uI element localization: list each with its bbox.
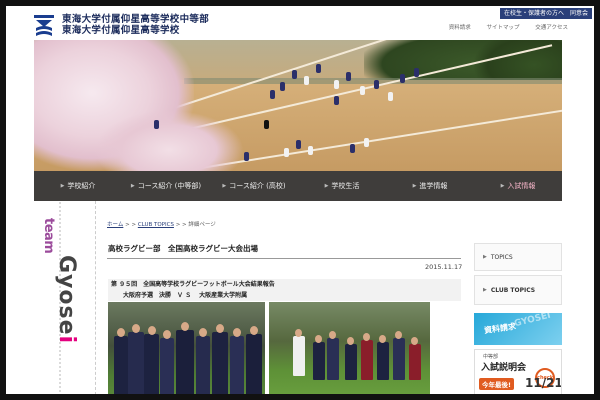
- students-parents-button[interactable]: 在校生・保護者の方へ: [500, 8, 569, 19]
- title-divider: [107, 258, 461, 259]
- post-date: 2015.11.17: [425, 263, 463, 271]
- report-heading: 第 ９５回 全国高等学校ラグビーフットボール大会結果報告 大阪府予選 決勝 Ｖ …: [108, 279, 461, 301]
- breadcrumb-home[interactable]: ホーム: [107, 222, 123, 228]
- sidebar-item-club-topics[interactable]: ▶ CLUB TOPICS: [474, 275, 562, 305]
- sitemap-link[interactable]: サイトマップ: [487, 25, 520, 31]
- chevron-right-icon: ▶: [222, 183, 227, 189]
- chevron-right-icon: ▶: [324, 183, 329, 189]
- nav-item-school-life[interactable]: ▶ 学校生活: [298, 171, 386, 201]
- access-link[interactable]: 交通アクセス: [535, 25, 568, 31]
- sidebar-item-topics[interactable]: ▶ TOPICS: [474, 243, 562, 271]
- team-label: team: [41, 218, 56, 254]
- agree-button[interactable]: 同意会: [566, 8, 593, 19]
- nav-item-course-high[interactable]: ▶ コース紹介 (高校): [210, 171, 298, 201]
- chevron-right-icon: ▶: [483, 254, 487, 260]
- gyosei-label: Gyosei: [54, 255, 79, 345]
- school-name[interactable]: 東海大学付属仰星高等学校中等部 東海大学付属仰星高等学校: [62, 14, 209, 36]
- nav-item-school-intro[interactable]: ▶ 学校紹介: [34, 171, 122, 201]
- school-logo-icon[interactable]: [34, 15, 54, 37]
- nav-item-admission[interactable]: ▶ 入試情報: [474, 171, 562, 201]
- site-header: 東海大学付属仰星高等学校中等部 東海大学付属仰星高等学校 在校生・保護者の方へ …: [6, 6, 594, 40]
- report-line1: 第 ９５回 全国高等学校ラグビーフットボール大会結果報告: [111, 281, 275, 288]
- chevron-right-icon: ▶: [60, 183, 65, 189]
- school-name-line1: 東海大学付属仰星高等学校中等部: [62, 14, 210, 25]
- admission-session-banner[interactable]: 中等部 入試説明会 今年最後! check 11/21: [474, 349, 562, 400]
- request-materials-banner[interactable]: GYOSEI 資料請求: [474, 313, 562, 345]
- rugby-photo-2: [269, 302, 430, 400]
- chevron-right-icon: ▶: [130, 183, 135, 189]
- school-name-line2: 東海大学付属仰星高等学校: [62, 25, 180, 36]
- chevron-right-icon: ▶: [412, 183, 417, 189]
- hero-image: [34, 40, 562, 171]
- breadcrumb-club-topics[interactable]: CLUB TOPICS: [138, 222, 174, 228]
- nav-item-career[interactable]: ▶ 進学情報: [386, 171, 474, 201]
- breadcrumb-current: 詳細ページ: [188, 222, 216, 228]
- page-title: 高校ラグビー部 全国高校ラグビー大会出場: [108, 244, 258, 253]
- report-line2: 大阪府予選 決勝 Ｖ Ｓ 大阪産業大学附属: [123, 292, 248, 299]
- chevron-right-icon: ▶: [500, 183, 505, 189]
- chevron-right-icon: ▶: [483, 287, 487, 293]
- rugby-photo-1: [108, 302, 265, 400]
- breadcrumb: ホーム > > CLUB TOPICS > > 詳細ページ: [107, 222, 216, 228]
- main-nav: ▶ 学校紹介 ▶ コース紹介 (中等部) ▶ コース紹介 (高校) ▶ 学校生活 ▶ 進学…: [34, 171, 562, 201]
- request-materials-link[interactable]: 資料請求: [449, 25, 471, 31]
- utility-links: 資料請求 サイトマップ 交通アクセス: [435, 23, 568, 31]
- nav-item-course-junior[interactable]: ▶ コース紹介 (中等部): [122, 171, 210, 201]
